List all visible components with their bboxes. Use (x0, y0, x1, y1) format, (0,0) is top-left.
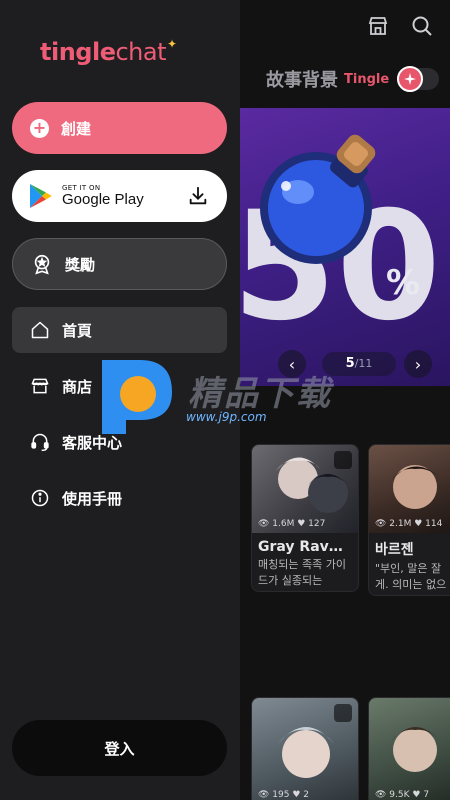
image-badge-icon (334, 704, 352, 722)
google-play-icon (30, 184, 52, 208)
star-icon (397, 66, 424, 92)
card-image: twins 👁 1.6M ♥ 127 (252, 445, 358, 533)
card-stats: 👁 2.1M ♥ 114 (375, 519, 443, 529)
chevron-left-icon[interactable]: ‹ (278, 350, 306, 378)
download-icon (189, 186, 207, 205)
store-icon (31, 378, 49, 394)
nav-label: 商店 (62, 377, 93, 396)
potion-art: 50 % (240, 134, 441, 354)
nav-item-store[interactable]: 商店 (12, 363, 227, 409)
sparkle-icon: ✦ (167, 37, 178, 51)
card-description: 매칭되는 족족 가이드가 실종되는 (258, 558, 346, 587)
banner-percent: % (386, 263, 420, 303)
section-header: 故事背景 Tingle (266, 66, 440, 92)
card-name: Gray Raven… (258, 539, 358, 555)
card-description: "부인, 말은 잘 게. 의미는 없으 (375, 562, 447, 591)
plus-icon: + (30, 118, 49, 138)
login-label: 登入 (104, 739, 135, 758)
login-button[interactable]: 登入 (12, 720, 227, 776)
image-badge-icon (334, 451, 352, 469)
card-stats: 👁 195 ♥ 2 (258, 790, 310, 800)
tingle-label: Tingle (344, 71, 390, 87)
headset-icon (31, 433, 49, 452)
card-stats: 👁 9.5K ♥ 7 (375, 790, 430, 800)
gplay-big-text: Google Play (62, 191, 144, 208)
nav-label: 首頁 (62, 321, 93, 340)
card-image: 👁 195 ♥ 2 (252, 698, 358, 800)
store-icon[interactable] (366, 14, 390, 38)
nav-item-manual[interactable]: 使用手冊 (12, 475, 227, 521)
top-bar (240, 0, 450, 52)
promo-banner[interactable]: 50 % ‹ 5/11 › (240, 108, 450, 386)
svg-text:twins: twins (252, 481, 253, 523)
chevron-right-icon[interactable]: › (404, 350, 432, 378)
character-card[interactable]: 👁 9.5K ♥ 7 (368, 697, 450, 800)
portrait-art (391, 727, 441, 772)
app-logo: tingle chat ✦ (40, 37, 178, 66)
character-card[interactable]: 👁 195 ♥ 2 (251, 697, 359, 800)
card-name: 바르젠 (375, 542, 414, 558)
page-counter: 5/11 (322, 352, 396, 376)
character-card[interactable]: twins 👁 1.6M ♥ 127 Gray Raven… 매칭되는 족족 가… (251, 444, 359, 592)
create-label: 創建 (61, 119, 92, 138)
card-image: 👁 9.5K ♥ 7 (369, 698, 450, 800)
search-icon[interactable] (410, 14, 434, 38)
info-icon (31, 489, 49, 507)
medal-icon (34, 254, 50, 275)
create-button[interactable]: + 創建 (12, 102, 227, 154)
home-icon (31, 321, 49, 339)
section-title: 故事背景 (266, 70, 338, 91)
card-stats: 👁 1.6M ♥ 127 (258, 519, 326, 529)
reward-button[interactable]: 獎勵 (12, 238, 227, 290)
nav-label: 使用手冊 (62, 489, 123, 508)
nav-item-support[interactable]: 客服中心 (12, 419, 227, 465)
google-play-button[interactable]: GET IT ON Google Play (12, 170, 227, 222)
nav-label: 客服中心 (62, 433, 123, 452)
reward-label: 獎勵 (65, 255, 96, 274)
tingle-toggle[interactable] (397, 66, 440, 92)
character-card[interactable]: 👁 2.1M ♥ 114 바르젠 "부인, 말은 잘 게. 의미는 없으 (368, 444, 450, 596)
side-drawer: tingle chat ✦ + 創建 GET IT ON Google Play 獎… (0, 0, 240, 800)
banner-pager: ‹ 5/11 › (278, 350, 432, 378)
card-image: 👁 2.1M ♥ 114 (369, 445, 450, 533)
nav-item-home[interactable]: 首頁 (12, 307, 227, 353)
